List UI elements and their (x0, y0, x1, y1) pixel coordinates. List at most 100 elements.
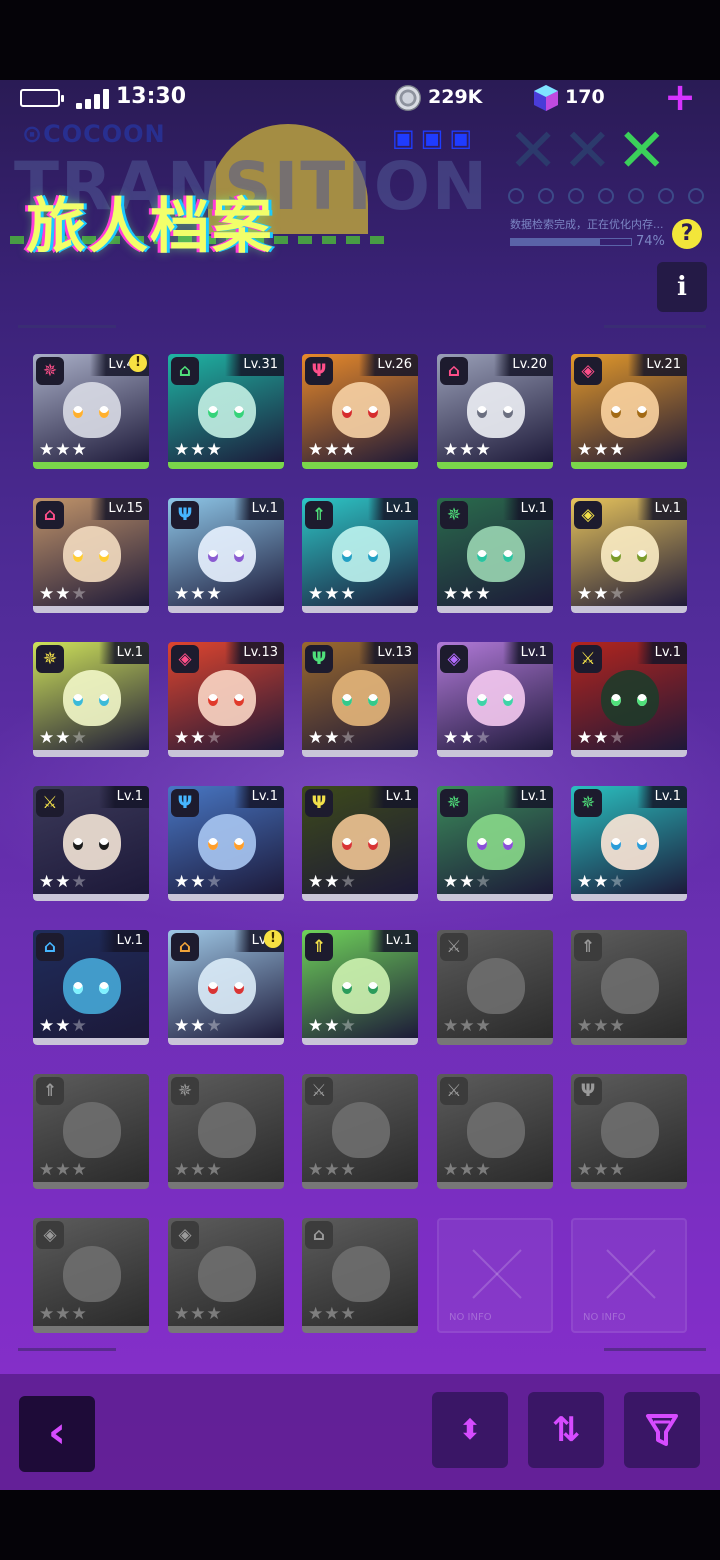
character-face (601, 814, 659, 870)
alert-icon: ! (129, 354, 147, 372)
star-rating: ★★★ (443, 1160, 492, 1180)
filter-button[interactable] (624, 1392, 700, 1468)
card-base (437, 750, 553, 757)
character-face (198, 814, 256, 870)
character-card[interactable]: ⇑ Lv.1 ★★★ (302, 498, 418, 613)
role-icon: ⌂ (171, 933, 199, 961)
bottom-bar: ‹ ⬍ ⇅ (0, 1374, 720, 1490)
role-icon: ⌂ (36, 933, 64, 961)
card-base (33, 1326, 149, 1333)
character-eye (342, 550, 352, 562)
character-card[interactable]: ✵ Lv.1 ★★★ (33, 642, 149, 757)
character-eye (368, 982, 378, 994)
level-label: Lv.1 (502, 786, 553, 808)
locked-character-card[interactable]: ⇑ ★★★ (33, 1074, 149, 1189)
role-icon: ◈ (171, 1221, 199, 1249)
card-base (168, 606, 284, 613)
character-eye (208, 550, 218, 562)
character-card[interactable]: ⇑ Lv.1 ★★★ (302, 930, 418, 1045)
character-card[interactable]: ⌂ Lv.20 ★★★ (437, 354, 553, 469)
role-icon: ◈ (36, 1221, 64, 1249)
character-card[interactable]: ⌂ Lv.15 ★★★ (33, 498, 149, 613)
character-card[interactable]: ◈ Lv.1 ★★★ (437, 642, 553, 757)
locked-character-card[interactable]: ⚔ ★★★ (302, 1074, 418, 1189)
character-eye (637, 406, 647, 418)
level-label: Lv.26 (359, 354, 418, 376)
character-eye (637, 838, 647, 850)
star-rating: ★★★ (39, 584, 88, 604)
star-rating: ★★★ (308, 872, 357, 892)
character-card[interactable]: ✵ Lv.1 ★★★ (571, 786, 687, 901)
locked-character-card[interactable]: ⌂ ★★★ (302, 1218, 418, 1333)
character-card[interactable]: Ψ Lv.1 ★★★ (168, 786, 284, 901)
character-eye (208, 406, 218, 418)
card-base (571, 1038, 687, 1045)
character-card[interactable]: Ψ Lv.26 ★★★ (302, 354, 418, 469)
card-base (168, 462, 284, 469)
star-rating: ★★★ (308, 1304, 357, 1324)
star-rating: ★★★ (39, 1016, 88, 1036)
character-card[interactable]: ⚔ Lv.1 ★★★ (571, 642, 687, 757)
role-icon: ⌂ (171, 357, 199, 385)
character-eye (477, 838, 487, 850)
sort-swap-button[interactable]: ⇅ (528, 1392, 604, 1468)
character-card[interactable]: ⚔ Lv.1 ★★★ (33, 786, 149, 901)
locked-character-card[interactable]: ⇑ ★★★ (571, 930, 687, 1045)
card-base (437, 462, 553, 469)
locked-character-card[interactable]: ⚔ ★★★ (437, 930, 553, 1045)
character-face (467, 382, 525, 438)
role-icon: ⚔ (574, 645, 602, 673)
character-card[interactable]: ✵ Lv.1 ★★★ (437, 786, 553, 901)
character-eye (73, 838, 83, 850)
locked-character-card[interactable]: Ψ ★★★ (571, 1074, 687, 1189)
character-card[interactable]: ✵ Lv.45! ★★★ (33, 354, 149, 469)
character-eye (503, 838, 513, 850)
character-card[interactable]: Ψ Lv.13 ★★★ (302, 642, 418, 757)
level-label: Lv.1 (98, 642, 149, 664)
character-card[interactable]: ⌂Lv.1!★★★ (168, 930, 284, 1045)
character-card[interactable]: ◈ Lv.21 ★★★ (571, 354, 687, 469)
card-base (571, 1182, 687, 1189)
back-button[interactable]: ‹ (19, 1396, 95, 1472)
character-face (63, 1246, 121, 1302)
character-face (601, 526, 659, 582)
character-face (63, 814, 121, 870)
role-icon: ⇑ (305, 501, 333, 529)
role-icon: Ψ (305, 357, 333, 385)
character-face (601, 670, 659, 726)
card-base (33, 462, 149, 469)
character-card[interactable]: Ψ Lv.1 ★★★ (168, 498, 284, 613)
star-rating: ★★★ (577, 728, 626, 748)
card-base (168, 1326, 284, 1333)
character-face (63, 958, 121, 1014)
character-face (63, 1102, 121, 1158)
card-base (571, 462, 687, 469)
character-eye (611, 694, 621, 706)
character-face (332, 1246, 390, 1302)
character-card[interactable]: ✵ Lv.1 ★★★ (437, 498, 553, 613)
role-icon: ✵ (574, 789, 602, 817)
character-eye (611, 838, 621, 850)
character-card[interactable]: Ψ Lv.1 ★★★ (302, 786, 418, 901)
locked-character-card[interactable]: ◈ ★★★ (33, 1218, 149, 1333)
character-card[interactable]: ⌂ Lv.1 ★★★ (33, 930, 149, 1045)
character-card[interactable]: ⌂ Lv.31 ★★★ (168, 354, 284, 469)
character-eye (234, 694, 244, 706)
character-card[interactable]: ◈ Lv.1 ★★★ (571, 498, 687, 613)
character-eye (208, 838, 218, 850)
star-rating: ★★★ (39, 728, 88, 748)
level-label: Lv.1 (233, 498, 284, 520)
level-label: Lv.1 (367, 498, 418, 520)
locked-character-card[interactable]: ✵ ★★★ (168, 1074, 284, 1189)
level-label: Lv.1 (98, 786, 149, 808)
divider (18, 1348, 116, 1351)
locked-character-card[interactable]: ⚔ ★★★ (437, 1074, 553, 1189)
character-face (467, 526, 525, 582)
character-card[interactable]: ◈ Lv.13 ★★★ (168, 642, 284, 757)
level-label: Lv.31 (225, 354, 284, 376)
sort-order-button[interactable]: ⬍ (432, 1392, 508, 1468)
character-eye (368, 550, 378, 562)
locked-character-card[interactable]: ◈ ★★★ (168, 1218, 284, 1333)
character-face (198, 958, 256, 1014)
character-face (467, 958, 525, 1014)
